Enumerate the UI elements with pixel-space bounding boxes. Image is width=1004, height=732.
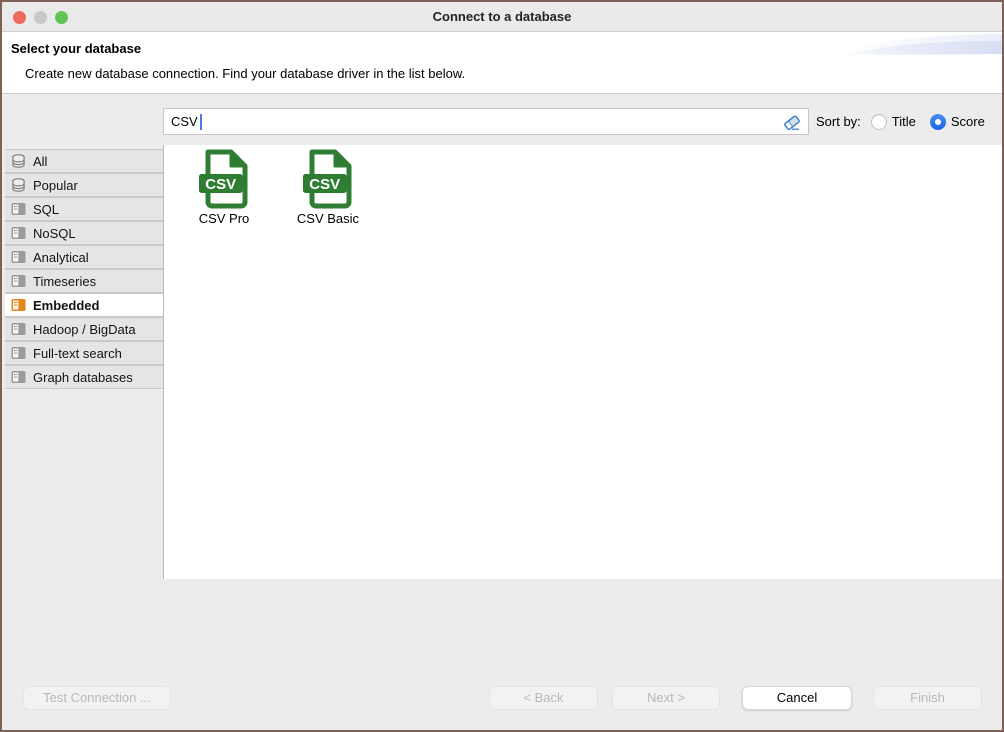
driver-item-csv-basic[interactable]: CSV CSV Basic — [276, 148, 380, 226]
finish-button[interactable]: Finish — [873, 686, 982, 710]
category-icon — [11, 298, 26, 312]
sidebar-item-graph-databases[interactable]: Graph databases — [5, 366, 163, 388]
sort-title-label[interactable]: Title — [892, 114, 916, 129]
sidebar-item-label: Analytical — [33, 250, 89, 265]
zoom-button[interactable] — [55, 11, 68, 24]
driver-search-input[interactable]: CSV — [163, 108, 809, 135]
sidebar-item-embedded[interactable]: Embedded — [5, 294, 163, 316]
back-button[interactable]: < Back — [489, 686, 598, 710]
sort-score-label[interactable]: Score — [951, 114, 985, 129]
minimize-button — [34, 11, 47, 24]
search-input-value: CSV — [171, 109, 198, 134]
category-icon — [11, 346, 26, 360]
sidebar-item-fulltext-search[interactable]: Full-text search — [5, 342, 163, 364]
text-cursor — [200, 114, 202, 130]
test-connection-button[interactable]: Test Connection ... — [23, 686, 171, 710]
sidebar-item-label: NoSQL — [33, 226, 76, 241]
sort-by-label: Sort by: — [816, 114, 861, 129]
connect-database-dialog: Connect to a database Select your databa… — [0, 0, 1004, 732]
sidebar-item-label: Full-text search — [33, 346, 122, 361]
sidebar-item-label: All — [33, 154, 47, 169]
sidebar-item-hadoop-bigdata[interactable]: Hadoop / BigData — [5, 318, 163, 340]
sidebar-item-timeseries[interactable]: Timeseries — [5, 270, 163, 292]
sidebar-item-label: SQL — [33, 202, 59, 217]
category-icon — [11, 250, 26, 264]
driver-label: CSV Pro — [172, 211, 276, 226]
sidebar-item-nosql[interactable]: NoSQL — [5, 222, 163, 244]
database-icon — [11, 154, 26, 168]
page-subtitle: Create new database connection. Find you… — [25, 66, 465, 81]
traffic-lights — [13, 11, 68, 24]
close-button[interactable] — [13, 11, 26, 24]
cancel-button[interactable]: Cancel — [742, 686, 852, 710]
sidebar-item-sql[interactable]: SQL — [5, 198, 163, 220]
category-icon — [11, 274, 26, 288]
category-icon — [11, 370, 26, 384]
database-icon — [11, 178, 26, 192]
driver-list-panel: CSV CSV Pro CSV CSV Basic — [163, 145, 1002, 579]
category-icon — [11, 202, 26, 216]
sidebar-item-label: Graph databases — [33, 370, 133, 385]
csv-file-icon: CSV — [301, 148, 356, 209]
driver-label: CSV Basic — [276, 211, 380, 226]
driver-item-csv-pro[interactable]: CSV CSV Pro — [172, 148, 276, 226]
csv-file-icon: CSV — [197, 148, 252, 209]
category-sidebar: All Popular SQL — [5, 150, 163, 390]
sidebar-item-label: Embedded — [33, 298, 99, 313]
wizard-header: Select your database Create new database… — [2, 32, 1002, 94]
sidebar-item-popular[interactable]: Popular — [5, 174, 163, 196]
window-title: Connect to a database — [2, 2, 1002, 32]
sidebar-item-all[interactable]: All — [5, 150, 163, 172]
header-swoosh-decoration — [832, 32, 1002, 66]
sort-by-group: Sort by: Title Score — [816, 108, 999, 135]
next-button[interactable]: Next > — [612, 686, 720, 710]
sort-title-radio[interactable] — [871, 114, 887, 130]
title-bar: Connect to a database — [2, 2, 1002, 32]
sidebar-item-label: Hadoop / BigData — [33, 322, 136, 337]
sort-score-radio[interactable] — [930, 114, 946, 130]
category-icon — [11, 226, 26, 240]
category-icon — [11, 322, 26, 336]
sidebar-item-analytical[interactable]: Analytical — [5, 246, 163, 268]
svg-text:CSV: CSV — [309, 176, 340, 193]
sidebar-item-label: Timeseries — [33, 274, 96, 289]
sidebar-item-label: Popular — [33, 178, 78, 193]
svg-text:CSV: CSV — [205, 176, 236, 193]
page-title: Select your database — [11, 41, 141, 56]
clear-search-icon[interactable] — [783, 113, 801, 131]
